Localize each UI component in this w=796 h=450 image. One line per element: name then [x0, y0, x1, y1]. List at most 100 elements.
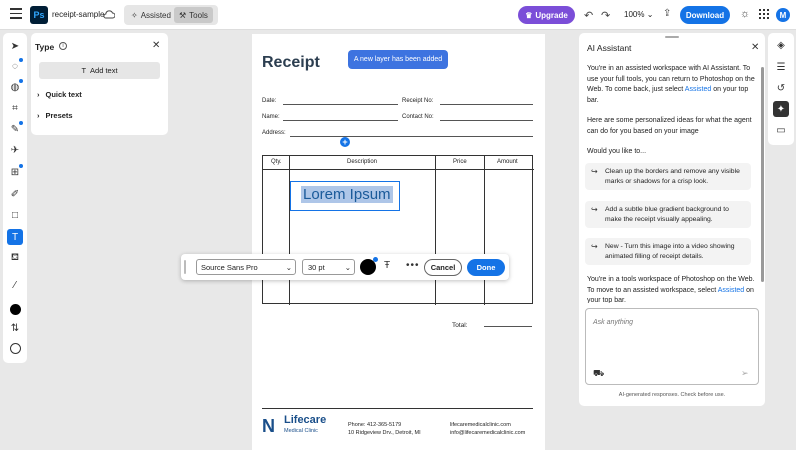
footer-website: lifecaremedicalclinic.com [450, 422, 511, 428]
info-icon[interactable]: i [59, 42, 67, 50]
quick-select-icon[interactable]: ◍ [7, 79, 23, 95]
font-family-select[interactable]: Source Sans Pro ⌄ [196, 259, 296, 275]
footer-email: info@lifecaremedicalclinic.com [450, 430, 526, 436]
footer-divider [262, 408, 533, 409]
table-divider [435, 156, 436, 305]
mode-toggle: ✧ Assisted ⚒ Tools [124, 5, 218, 25]
shape-tool-icon[interactable]: □ [7, 207, 23, 223]
redo-icon[interactable]: ↷ [601, 9, 610, 22]
lorem-ipsum-text[interactable]: Lorem Ipsum [301, 186, 393, 203]
cloud-icon [103, 10, 115, 19]
mode-tools-button[interactable]: ⚒ Tools [174, 7, 213, 23]
name-label: Name: [262, 114, 280, 120]
receipt-no-line [440, 104, 533, 105]
suggestion-item[interactable]: ↪ Add a subtle blue gradient background t… [585, 201, 751, 228]
more-options-icon[interactable]: ••• [406, 260, 420, 271]
ask-input[interactable]: Ask anything ⛟ ➢ [585, 308, 759, 385]
quick-text-section[interactable]: › Quick text [37, 90, 82, 99]
footer-phone: Phone: 412-365-5179 [348, 422, 402, 428]
date-label: Date: [262, 98, 277, 104]
ai-personalized-text: Here are some personalized ideas for wha… [587, 117, 752, 135]
column-header: Description [347, 159, 378, 165]
document-canvas[interactable]: Receipt A new layer has been added Date:… [252, 34, 545, 450]
paint-bucket-icon[interactable]: ⛾ [7, 250, 23, 266]
avatar[interactable]: M [776, 8, 790, 22]
ai-assistant-panel: AI Assistant ✕ You're in an assisted wor… [579, 33, 765, 406]
rocket-tool-icon[interactable]: ✈ [7, 142, 23, 158]
font-size-select[interactable]: 30 pt ⌄ [302, 259, 355, 275]
zoom-dropdown[interactable]: 100% ⌄ [624, 10, 653, 19]
share-icon[interactable]: ⇪ [663, 8, 671, 19]
attach-image-icon[interactable]: ⛟ [593, 368, 604, 380]
layer-added-notice: A new layer has been added [348, 50, 448, 69]
download-button[interactable]: Download [680, 6, 730, 24]
history-icon[interactable]: ↺ [773, 80, 789, 96]
chevron-right-icon: › [37, 90, 40, 99]
arrow-icon: ↪ [591, 205, 598, 214]
done-button[interactable]: Done [467, 259, 505, 276]
layers-icon[interactable]: ◈ [773, 37, 789, 53]
sparkle-icon: ✧ [131, 10, 138, 20]
send-icon[interactable]: ➢ [741, 368, 749, 379]
add-text-icon: T [81, 66, 87, 75]
eyedropper-icon[interactable]: ⁄ [7, 277, 23, 293]
date-line [283, 104, 398, 105]
ai-would-you-text: Would you like to... [587, 148, 647, 155]
panel-grip[interactable] [665, 36, 679, 38]
chevron-right-icon: › [37, 111, 40, 120]
ai-footnote: AI-generated responses. Check before use… [618, 392, 726, 398]
ai-assistant-icon[interactable]: ✦ [773, 101, 789, 117]
chevron-down-icon: ⌄ [344, 262, 351, 272]
text-layer-selection[interactable]: Lorem Ipsum [290, 181, 400, 211]
file-name[interactable]: receipt-sample [52, 10, 104, 19]
adjustments-icon[interactable]: ☰ [773, 59, 789, 75]
background-color-swatch[interactable] [7, 340, 23, 356]
logo-subtitle: Medical Clinic [284, 428, 318, 434]
hamburger-menu-icon[interactable] [10, 8, 22, 20]
undo-icon[interactable]: ↶ [584, 9, 593, 22]
add-element-plus-icon[interactable]: + [340, 137, 350, 147]
retouch-tool-icon[interactable]: ✎ [7, 121, 23, 137]
presets-section[interactable]: › Presets [37, 111, 73, 120]
lasso-tool-icon[interactable]: ◌ [7, 58, 23, 74]
text-style-icon[interactable]: Ŧ [384, 260, 390, 271]
add-text-button[interactable]: T Add text [39, 62, 160, 79]
ask-placeholder: Ask anything [593, 319, 634, 326]
comments-icon[interactable]: ▭ [773, 122, 789, 138]
column-header: Price [453, 159, 467, 165]
brush-tool-icon[interactable]: ✐ [7, 186, 23, 202]
table-header-divider [263, 169, 534, 170]
apps-grid-icon[interactable] [759, 9, 769, 19]
close-icon[interactable]: ✕ [152, 40, 160, 51]
scrollbar-thumb[interactable] [761, 67, 764, 282]
drag-handle[interactable] [184, 260, 186, 274]
name-line [283, 120, 398, 121]
tools-icon: ⚒ [179, 10, 187, 20]
suggestion-item[interactable]: ↪ Clean up the borders and remove any vis… [585, 163, 751, 190]
move-tool-icon[interactable]: ➤ [7, 38, 23, 54]
photoshop-logo: Ps [30, 6, 48, 24]
upgrade-button[interactable]: ♛ Upgrade [518, 6, 575, 24]
ai-intro-text: You're in an assisted workspace with AI … [587, 65, 755, 104]
right-rail: ◈ ☰ ↺ ✦ ▭ [768, 33, 794, 145]
footer-address: 10 Ridgeview Drv., Detroit, MI [348, 430, 421, 436]
table-divider [484, 156, 485, 305]
close-icon[interactable]: ✕ [751, 42, 759, 53]
type-tool-icon[interactable]: T [7, 229, 23, 245]
assisted-link[interactable]: Assisted [685, 86, 711, 93]
crop-tool-icon[interactable]: ⌗ [7, 100, 23, 116]
foreground-color-swatch[interactable] [7, 301, 23, 317]
generative-fill-icon[interactable]: ⊞ [7, 164, 23, 180]
arrow-icon: ↪ [591, 167, 598, 176]
mode-assisted-button[interactable]: ✧ Assisted [126, 7, 176, 23]
lightbulb-icon[interactable]: ☼ [740, 8, 750, 20]
lifecare-logo-icon: N [262, 416, 275, 436]
address-line [290, 136, 533, 137]
chevron-down-icon: ⌄ [285, 262, 292, 272]
total-line [484, 326, 532, 327]
assisted-link[interactable]: Assisted [718, 287, 744, 294]
contact-no-label: Contact No: [402, 114, 434, 120]
suggestion-item[interactable]: ↪ New - Turn this image into a video show… [585, 238, 751, 265]
cancel-button[interactable]: Cancel [424, 259, 462, 276]
swap-colors-icon[interactable]: ⇅ [7, 320, 23, 336]
